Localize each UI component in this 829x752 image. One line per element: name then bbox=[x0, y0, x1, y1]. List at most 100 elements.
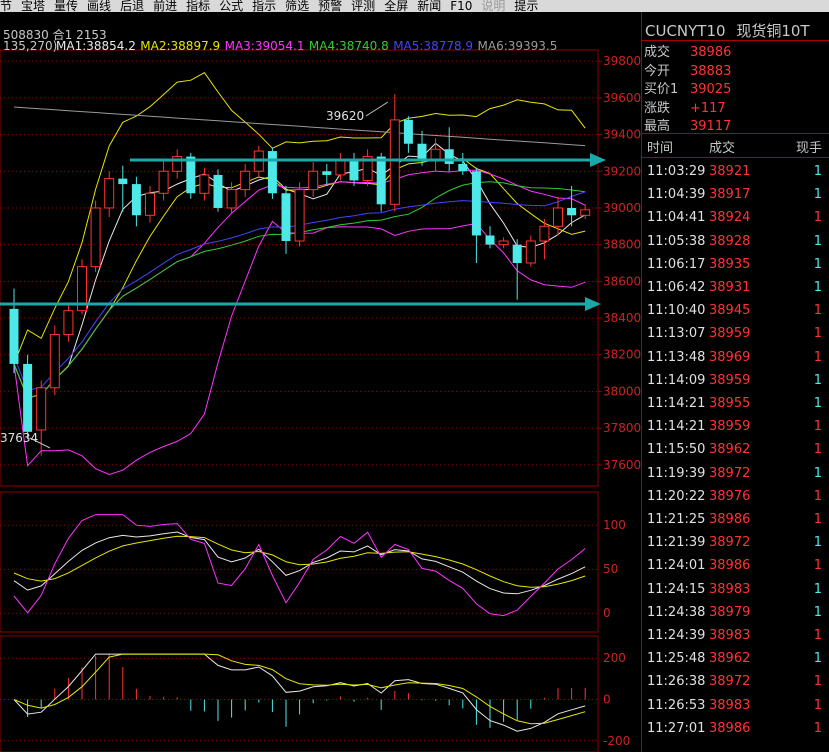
price-label-0: 39800 bbox=[603, 54, 641, 68]
kdj-indicator bbox=[13, 514, 586, 617]
tick-row[interactable]: 11:03:29 38921 1 bbox=[642, 161, 829, 183]
tick-row[interactable]: 11:15:50 38962 1 bbox=[642, 439, 829, 461]
tick-qty: 1 bbox=[813, 512, 822, 527]
candle-body bbox=[444, 149, 454, 164]
candle-body bbox=[349, 160, 359, 181]
tick-row[interactable]: 11:04:39 38917 1 bbox=[642, 184, 829, 206]
candle bbox=[63, 303, 74, 342]
menu-item-3[interactable]: 画线 bbox=[87, 0, 111, 12]
tick-row[interactable]: 11:24:01 38986 1 bbox=[642, 555, 829, 577]
tick-time: 11:04:39 bbox=[647, 187, 706, 203]
candle-body bbox=[539, 225, 550, 242]
price-label-5: 38800 bbox=[603, 238, 641, 252]
menu-item-0[interactable]: 节 bbox=[0, 0, 12, 12]
quote-label: 买价1 bbox=[644, 82, 679, 97]
quote-row-3: 涨跌 +117 bbox=[644, 100, 726, 118]
tick-qty: 1 bbox=[813, 326, 822, 342]
candle bbox=[145, 185, 155, 223]
tick-row[interactable]: 11:24:38 38979 1 bbox=[642, 602, 829, 624]
tick-row[interactable]: 11:13:48 38969 1 bbox=[642, 347, 829, 369]
menu-item-7[interactable]: 公式 bbox=[219, 0, 243, 12]
candles bbox=[9, 94, 591, 456]
chart-grid bbox=[0, 49, 602, 752]
candle-body bbox=[308, 170, 319, 191]
tick-row[interactable]: 11:26:38 38972 1 bbox=[642, 671, 829, 693]
candle-body bbox=[553, 207, 563, 227]
tick-row[interactable]: 11:20:22 38976 1 bbox=[642, 486, 829, 508]
header-qty: 现手 bbox=[795, 141, 822, 156]
candle bbox=[104, 171, 115, 218]
tick-row[interactable]: 11:13:07 38959 1 bbox=[642, 323, 829, 345]
candle-body bbox=[131, 184, 141, 216]
quote-row-0: 成交 38986 bbox=[644, 44, 731, 62]
tick-row[interactable]: 11:05:38 38928 1 bbox=[642, 231, 829, 253]
menu-item-9[interactable]: 筛选 bbox=[285, 0, 309, 12]
tick-time: 11:27:01 bbox=[647, 720, 706, 736]
menu-item-4[interactable]: 后退 bbox=[120, 0, 144, 12]
candle bbox=[308, 162, 319, 197]
tick-time: 11:21:25 bbox=[647, 512, 706, 527]
price-label-3: 39200 bbox=[603, 164, 641, 178]
ma-prefix: 135,270) bbox=[3, 39, 57, 53]
tick-row[interactable]: 11:24:15 38983 1 bbox=[642, 579, 829, 601]
tick-row[interactable]: 11:14:21 38959 1 bbox=[642, 416, 829, 438]
menu-item-12[interactable]: 全屏 bbox=[384, 0, 408, 12]
menu-item-1[interactable]: 宝塔 bbox=[21, 0, 45, 12]
tick-price: 38931 bbox=[709, 280, 751, 295]
tick-row[interactable]: 11:21:25 38986 1 bbox=[642, 509, 829, 531]
tick-price: 38928 bbox=[709, 233, 751, 249]
candle-body bbox=[90, 207, 101, 268]
tick-row[interactable]: 11:10:40 38945 1 bbox=[642, 300, 829, 322]
candle-body bbox=[145, 192, 155, 216]
quote-label: 今开 bbox=[644, 63, 671, 79]
menu-bar: 节宝塔 量传 画线 后退 前进 指标 公式 指示 筛选 预警 评测 全屏 新闻 F10 说明 提示 bbox=[0, 0, 829, 12]
candle-body bbox=[23, 363, 33, 432]
price-label-7: 38400 bbox=[603, 311, 641, 325]
price-label-8: 38200 bbox=[603, 348, 641, 362]
candle bbox=[267, 147, 277, 199]
tick-price: 38969 bbox=[709, 349, 751, 365]
candle bbox=[525, 235, 536, 267]
candle bbox=[376, 152, 386, 212]
menu-item-8[interactable]: 指示 bbox=[252, 0, 276, 12]
tick-row[interactable]: 11:06:17 38935 1 bbox=[642, 254, 829, 276]
menu-item-10[interactable]: 预警 bbox=[318, 0, 342, 12]
quote-row-1: 今开 38883 bbox=[644, 63, 731, 81]
kline-chart[interactable]: 39800 39600 39400 39200 39000 38800 38600 38400… bbox=[0, 12, 641, 752]
price-label-9: 38000 bbox=[603, 384, 641, 398]
menu-item-16[interactable]: 提示 bbox=[514, 0, 538, 12]
tick-qty: 1 bbox=[813, 465, 822, 481]
candle-body bbox=[335, 159, 346, 176]
tick-row[interactable]: 11:04:41 38924 1 bbox=[642, 207, 829, 229]
candle bbox=[512, 239, 522, 300]
candle-body bbox=[186, 156, 196, 194]
tick-qty: 1 bbox=[813, 256, 822, 272]
tick-qty: 1 bbox=[813, 558, 822, 574]
tick-qty: 1 bbox=[813, 349, 822, 365]
menu-item-5[interactable]: 前进 bbox=[153, 0, 177, 12]
tick-row[interactable]: 11:14:09 38959 1 bbox=[642, 370, 829, 392]
menu-item-15[interactable]: 说明 bbox=[481, 0, 505, 12]
tick-time: 11:24:01 bbox=[647, 558, 706, 574]
tick-row[interactable]: 11:25:48 38962 1 bbox=[642, 648, 829, 670]
candle-body bbox=[267, 151, 277, 194]
tick-row[interactable]: 11:19:39 38972 1 bbox=[642, 463, 829, 485]
trend-arrow-head-1 bbox=[585, 297, 601, 311]
tick-row[interactable]: 11:26:53 38983 1 bbox=[642, 695, 829, 717]
price-label-1: 39600 bbox=[603, 91, 641, 105]
menu-item-11[interactable]: 评测 bbox=[351, 0, 375, 12]
menu-item-6[interactable]: 指标 bbox=[186, 0, 210, 12]
tick-row[interactable]: 11:21:39 38972 1 bbox=[642, 532, 829, 554]
menu-item-14[interactable]: F10 bbox=[450, 0, 472, 12]
candle bbox=[294, 182, 305, 247]
menu-item-2[interactable]: 量传 bbox=[54, 0, 78, 12]
tick-row[interactable]: 11:14:21 38955 1 bbox=[642, 393, 829, 415]
candle-body bbox=[281, 193, 291, 241]
candle-body bbox=[417, 143, 427, 161]
tick-row[interactable]: 11:24:39 38983 1 bbox=[642, 625, 829, 647]
tick-row[interactable]: 11:27:01 38986 1 bbox=[642, 718, 829, 740]
menu-item-13[interactable]: 新闻 bbox=[417, 0, 441, 12]
tick-time: 11:24:39 bbox=[647, 628, 706, 643]
candle bbox=[485, 226, 495, 249]
tick-row[interactable]: 11:06:42 38931 1 bbox=[642, 277, 829, 299]
